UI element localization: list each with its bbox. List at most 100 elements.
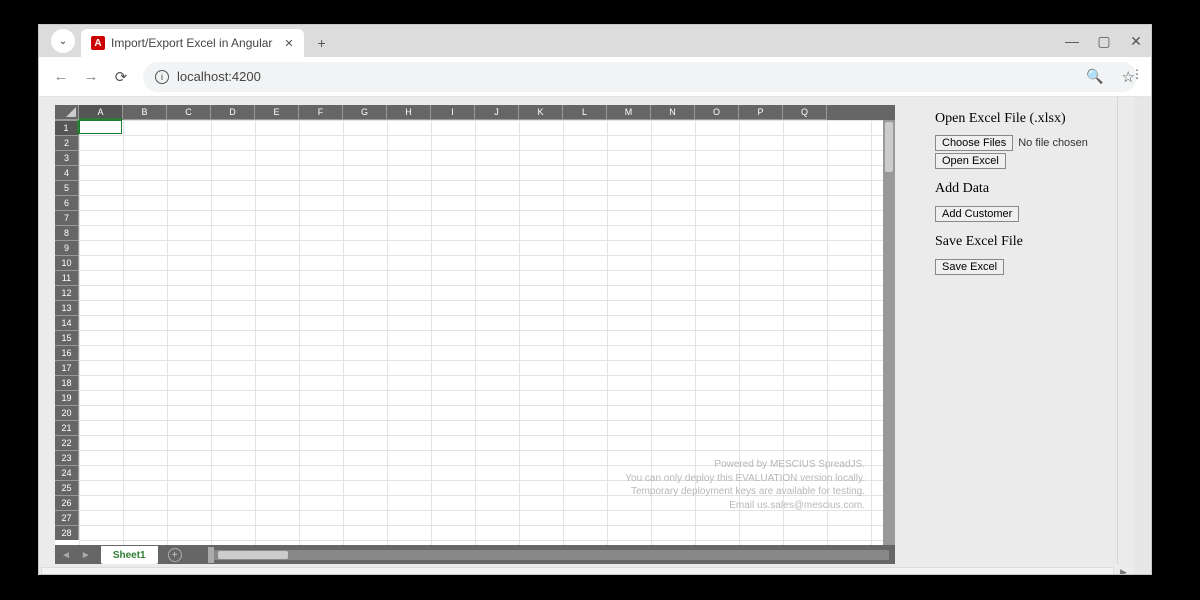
row-header-16[interactable]: 16	[55, 345, 79, 360]
row-header-6[interactable]: 6	[55, 195, 79, 210]
row-header-20[interactable]: 20	[55, 405, 79, 420]
row-header-3[interactable]: 3	[55, 150, 79, 165]
row-header-14[interactable]: 14	[55, 315, 79, 330]
column-header-C[interactable]: C	[167, 105, 211, 120]
nav-forward-icon: →	[83, 68, 99, 85]
url-omnibox[interactable]: i localhost:4200	[143, 62, 1137, 92]
browser-tabstrip: ⌄ A Import/Export Excel in Angular ✕ + —…	[39, 25, 1151, 57]
site-info-icon[interactable]: i	[155, 70, 169, 84]
sheet-hscroll-track[interactable]	[212, 550, 889, 560]
evaluation-watermark: Powered by MESCIUS SpreadJS.You can only…	[625, 458, 865, 512]
row-header-13[interactable]: 13	[55, 300, 79, 315]
row-header-9[interactable]: 9	[55, 240, 79, 255]
column-header-P[interactable]: P	[739, 105, 783, 120]
column-header-Q[interactable]: Q	[783, 105, 827, 120]
column-header-I[interactable]: I	[431, 105, 475, 120]
sheet-nav-prev-icon[interactable]: ◄	[61, 550, 71, 561]
row-header-4[interactable]: 4	[55, 165, 79, 180]
page-viewport: ABCDEFGHIJKLMNOPQ 1234567891011121314151…	[39, 97, 1151, 574]
column-header-K[interactable]: K	[519, 105, 563, 120]
save-excel-button[interactable]: Save Excel	[935, 259, 1004, 275]
sheet-tab-active[interactable]: Sheet1	[101, 546, 158, 564]
column-header-F[interactable]: F	[299, 105, 343, 120]
row-header-17[interactable]: 17	[55, 360, 79, 375]
watermark-line: Powered by MESCIUS SpreadJS.	[625, 458, 865, 472]
row-header-27[interactable]: 27	[55, 510, 79, 525]
column-header-N[interactable]: N	[651, 105, 695, 120]
row-header-23[interactable]: 23	[55, 450, 79, 465]
window-maximize-icon[interactable]: ▢	[1097, 33, 1111, 50]
spreadsheet: ABCDEFGHIJKLMNOPQ 1234567891011121314151…	[55, 105, 895, 565]
row-header-8[interactable]: 8	[55, 225, 79, 240]
row-header-28[interactable]: 28	[55, 525, 79, 540]
open-file-heading: Open Excel File (.xlsx)	[935, 111, 1125, 127]
address-bar: ← → ⟳ i localhost:4200 🔍 ☆ ⋮	[39, 57, 1151, 97]
sheet-vscroll-track[interactable]	[883, 120, 895, 545]
add-customer-button[interactable]: Add Customer	[935, 206, 1019, 222]
zoom-icon[interactable]: 🔍	[1086, 68, 1103, 85]
column-header-E[interactable]: E	[255, 105, 299, 120]
row-header-12[interactable]: 12	[55, 285, 79, 300]
row-header-22[interactable]: 22	[55, 435, 79, 450]
column-header-D[interactable]: D	[211, 105, 255, 120]
tabbar-split-handle[interactable]	[208, 547, 214, 563]
row-header-1[interactable]: 1	[55, 120, 79, 135]
row-header-11[interactable]: 11	[55, 270, 79, 285]
choose-files-button[interactable]: Choose Files	[935, 135, 1013, 151]
window-minimize-icon[interactable]: —	[1065, 33, 1079, 49]
row-header-2[interactable]: 2	[55, 135, 79, 150]
column-header-L[interactable]: L	[563, 105, 607, 120]
row-header-7[interactable]: 7	[55, 210, 79, 225]
select-all-corner[interactable]	[55, 105, 79, 120]
row-header-24[interactable]: 24	[55, 465, 79, 480]
sheet-tab-bar: ◄ ► Sheet1 +	[55, 545, 895, 565]
side-panel: Open Excel File (.xlsx) Choose Files No …	[935, 111, 1125, 574]
row-header-26[interactable]: 26	[55, 495, 79, 510]
url-text: localhost:4200	[177, 69, 261, 84]
sheet-hscroll-thumb[interactable]	[218, 551, 288, 559]
watermark-line: Temporary deployment keys are available …	[625, 485, 865, 499]
row-header-25[interactable]: 25	[55, 480, 79, 495]
row-header-column: 1234567891011121314151617181920212223242…	[55, 120, 79, 545]
nav-reload-icon[interactable]: ⟳	[113, 68, 129, 86]
column-header-row: ABCDEFGHIJKLMNOPQ	[55, 105, 895, 120]
add-data-heading: Add Data	[935, 181, 1125, 197]
column-header-B[interactable]: B	[123, 105, 167, 120]
row-header-21[interactable]: 21	[55, 420, 79, 435]
browser-window: ⌄ A Import/Export Excel in Angular ✕ + —…	[38, 24, 1152, 575]
open-excel-button[interactable]: Open Excel	[935, 153, 1006, 169]
new-tab-button[interactable]: +	[310, 31, 334, 55]
add-sheet-button[interactable]: +	[168, 548, 182, 562]
nav-back-icon[interactable]: ←	[53, 68, 69, 85]
window-close-icon[interactable]: ✕	[1129, 33, 1143, 50]
angular-favicon-icon: A	[91, 36, 105, 50]
browser-tab-active[interactable]: A Import/Export Excel in Angular ✕	[81, 29, 304, 57]
watermark-line: Email us.sales@mescius.com.	[625, 499, 865, 513]
column-header-G[interactable]: G	[343, 105, 387, 120]
column-header-H[interactable]: H	[387, 105, 431, 120]
page-hscroll[interactable]: ▶	[39, 564, 1134, 574]
sheet-nav-next-icon[interactable]: ►	[81, 550, 91, 561]
save-file-heading: Save Excel File	[935, 234, 1125, 250]
page-hscroll-right-icon[interactable]: ▶	[1120, 567, 1130, 574]
page-vscroll[interactable]	[1117, 97, 1134, 574]
cell-grid[interactable]: Powered by MESCIUS SpreadJS.You can only…	[79, 120, 895, 545]
column-header-M[interactable]: M	[607, 105, 651, 120]
browser-menu-icon[interactable]: ⋮	[1131, 67, 1143, 81]
column-header-O[interactable]: O	[695, 105, 739, 120]
active-cell-selection	[79, 120, 122, 134]
row-header-10[interactable]: 10	[55, 255, 79, 270]
column-header-A[interactable]: A	[79, 105, 123, 120]
no-file-chosen-text: No file chosen	[1018, 137, 1088, 149]
app-root: ABCDEFGHIJKLMNOPQ 1234567891011121314151…	[39, 97, 1134, 574]
row-header-18[interactable]: 18	[55, 375, 79, 390]
window-controls: — ▢ ✕	[1065, 25, 1143, 57]
column-header-J[interactable]: J	[475, 105, 519, 120]
row-header-5[interactable]: 5	[55, 180, 79, 195]
tab-close-icon[interactable]: ✕	[284, 37, 293, 50]
tab-search-dropdown[interactable]: ⌄	[51, 29, 75, 53]
watermark-line: You can only deploy this EVALUATION vers…	[625, 472, 865, 486]
row-header-15[interactable]: 15	[55, 330, 79, 345]
row-header-19[interactable]: 19	[55, 390, 79, 405]
sheet-vscroll-thumb[interactable]	[885, 122, 893, 172]
